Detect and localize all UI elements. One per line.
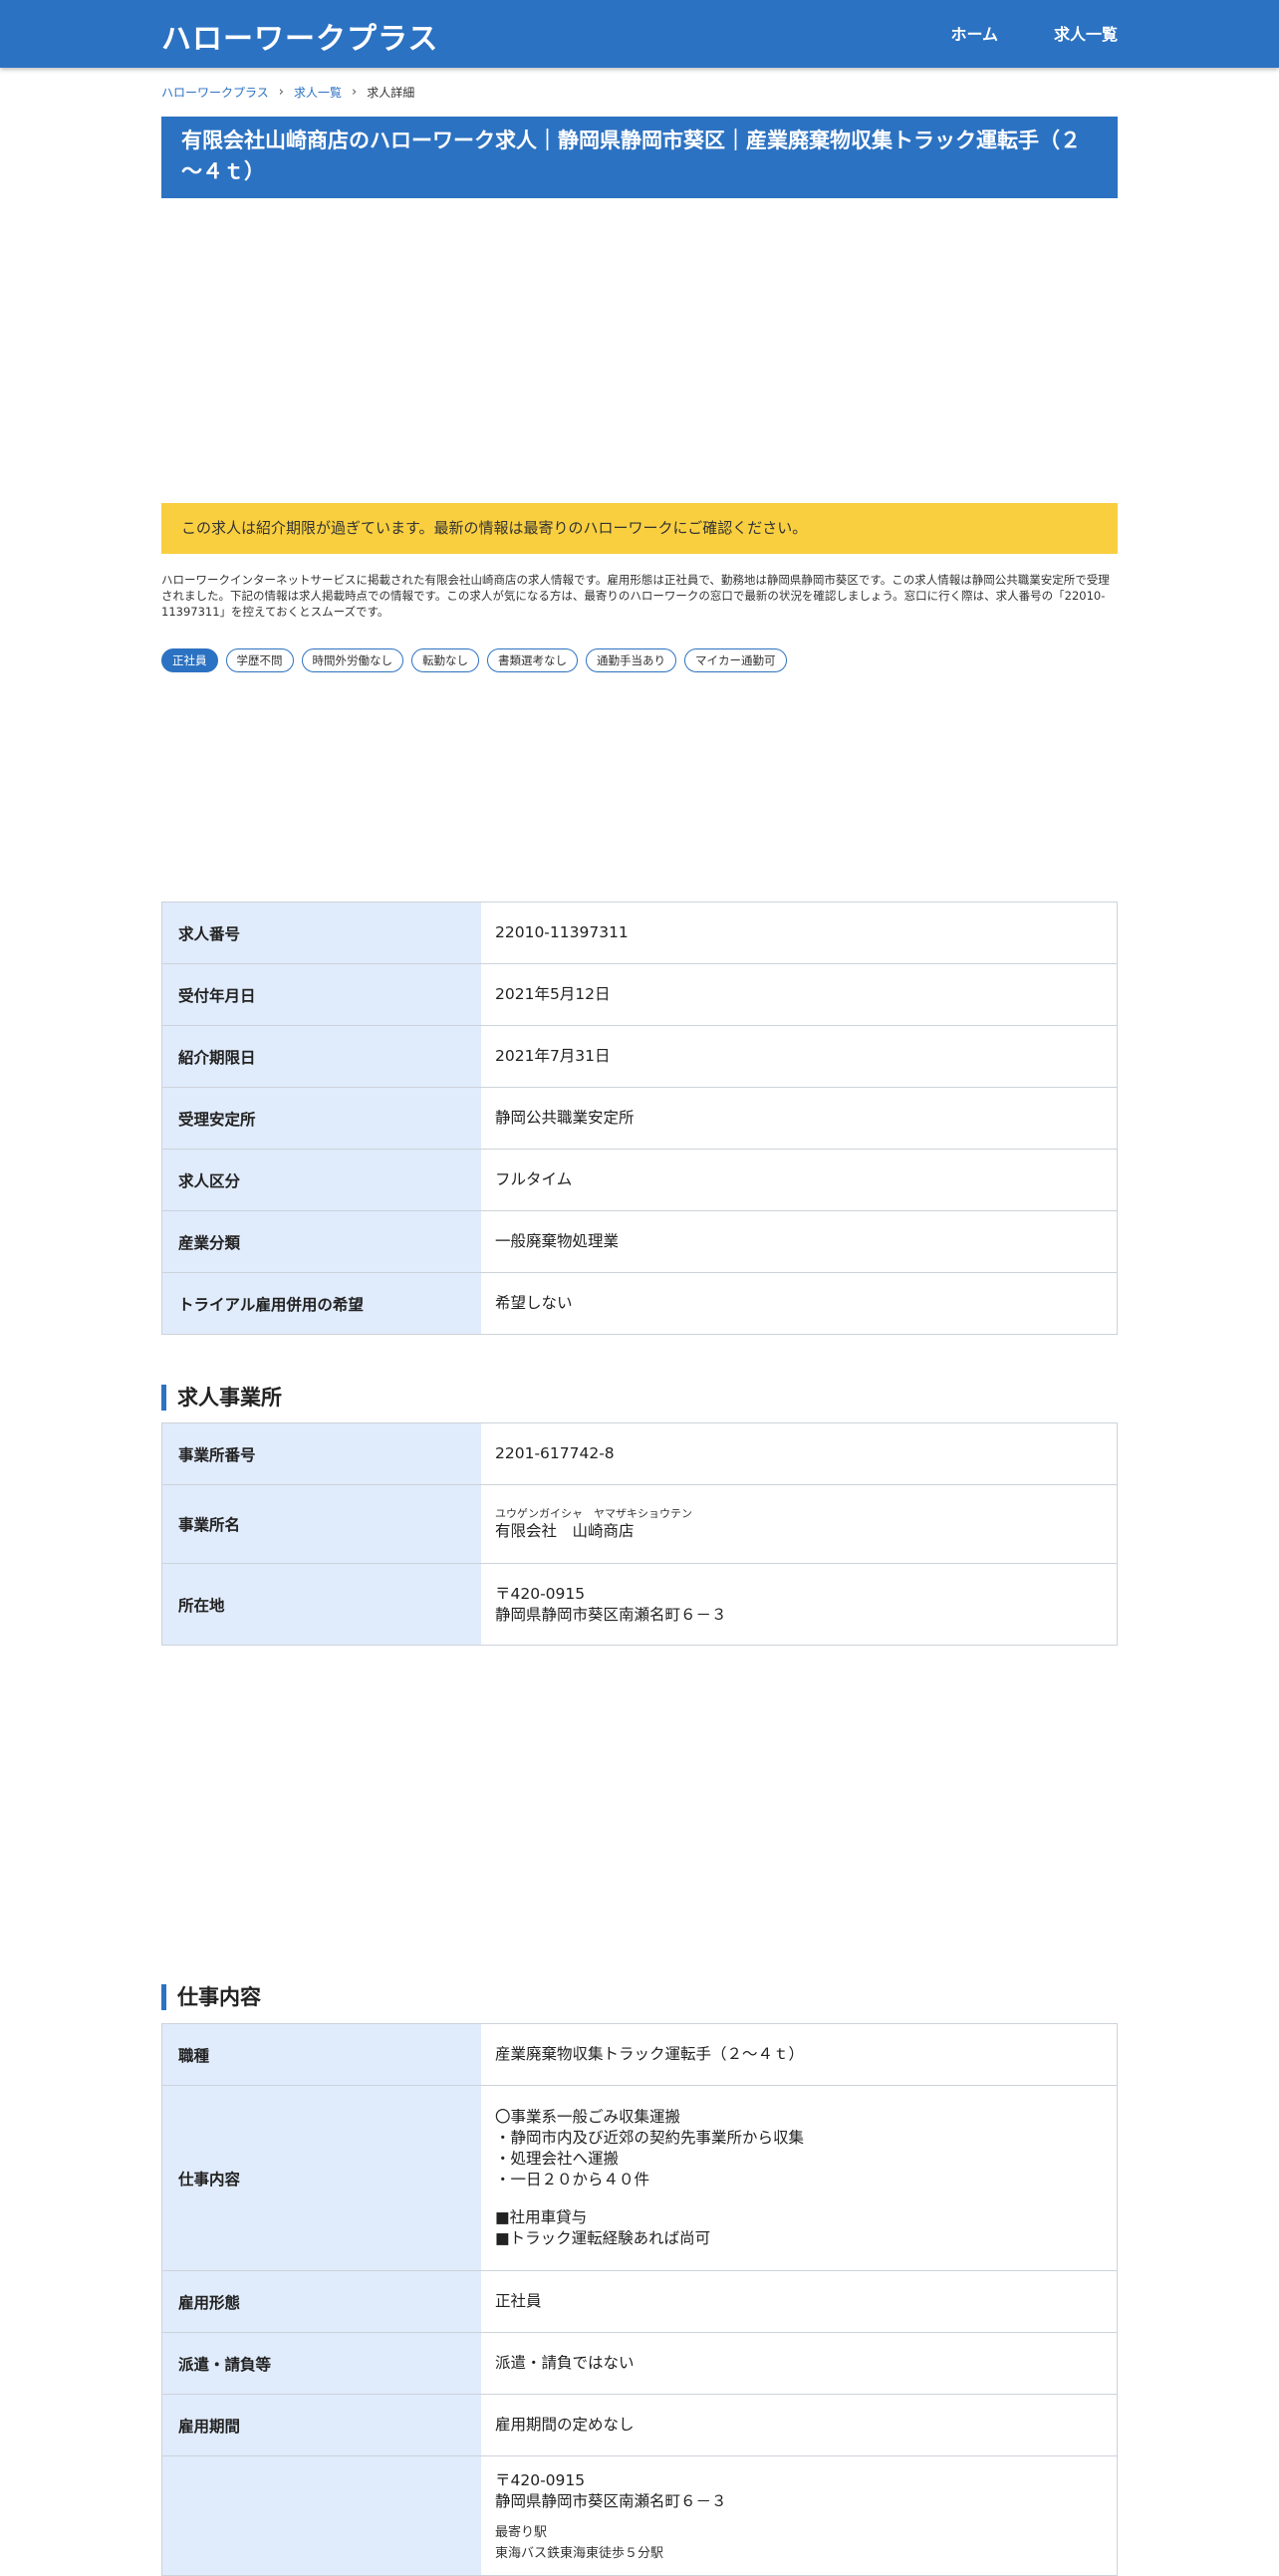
row-label: 事業所番号 xyxy=(161,1422,481,1485)
row-label: 受付年月日 xyxy=(161,963,481,1026)
table-row: 求人区分 フルタイム xyxy=(161,1149,1118,1211)
chevron-right-icon: › xyxy=(278,85,284,100)
breadcrumb-home[interactable]: ハローワークプラス xyxy=(161,84,269,101)
tag-item: 転勤なし xyxy=(411,648,479,672)
industry-value: 一般廃棄物処理業 xyxy=(481,1210,1118,1273)
employment-value: 正社員 xyxy=(481,2270,1118,2333)
row-label: 雇用期間 xyxy=(161,2394,481,2456)
row-label: 紹介期限日 xyxy=(161,1025,481,1088)
content-line: ■トラック運転経験あれば尚可 xyxy=(495,2229,711,2247)
work-table: 職種 産業廃棄物収集トラック運転手（２～４ｔ） 仕事内容 〇事業系一般ごみ収集運… xyxy=(161,2023,1118,2576)
row-label: 職種 xyxy=(161,2023,481,2086)
table-row: 雇用期間 雇用期間の定めなし xyxy=(161,2394,1118,2456)
page-title: 有限会社山崎商店のハローワーク求人｜静岡県静岡市葵区｜産業廃棄物収集トラック運転… xyxy=(181,129,1081,183)
employer-name-value: 有限会社 山崎商店 xyxy=(495,1522,635,1540)
table-row: 産業分類 一般廃棄物処理業 xyxy=(161,1210,1118,1273)
table-row: 雇用形態 正社員 xyxy=(161,2270,1118,2333)
section-title-employer: 求人事業所 xyxy=(161,1385,282,1411)
category-value: フルタイム xyxy=(481,1149,1118,1211)
table-row: 求人番号 22010-11397311 xyxy=(161,902,1118,964)
address-value: 静岡県静岡市葵区南瀬名町６－３ xyxy=(495,2492,727,2510)
breadcrumb-list[interactable]: 求人一覧 xyxy=(294,84,342,101)
expired-notice: この求人は紹介期限が過ぎています。最新の情報は最寄りのハローワークにご確認くださ… xyxy=(161,503,1118,554)
tag-item: 時間外労働なし xyxy=(301,648,403,672)
tag-item: マイカー通勤可 xyxy=(684,648,787,672)
row-label: トライアル雇用併用の希望 xyxy=(161,1272,481,1335)
content-line: ■社用車貸与 xyxy=(495,2208,588,2226)
row-label: 求人番号 xyxy=(161,902,481,964)
postal-code: 〒420-0915 xyxy=(495,2471,586,2489)
nav-home-link[interactable]: ホーム xyxy=(950,21,998,45)
row-label: 派遣・請負等 xyxy=(161,2332,481,2395)
station-label: 最寄り駅 xyxy=(495,2525,548,2540)
table-row: 所在地 〒420-0915 静岡県静岡市葵区南瀬名町６－３ xyxy=(161,1563,1118,1646)
basic-info-table: 求人番号 22010-11397311 受付年月日 2021年5月12日 紹介期… xyxy=(161,902,1118,1335)
content-line: ・処理会社へ運搬 xyxy=(495,2150,620,2168)
received-date-value: 2021年5月12日 xyxy=(481,963,1118,1026)
employer-address-cell: 〒420-0915 静岡県静岡市葵区南瀬名町６－３ xyxy=(481,1563,1118,1646)
row-label: 事業所名 xyxy=(161,1484,481,1564)
row-label: 受理安定所 xyxy=(161,1087,481,1150)
table-row: 派遣・請負等 派遣・請負ではない xyxy=(161,2332,1118,2395)
row-label: 求人区分 xyxy=(161,1149,481,1211)
breadcrumb: ハローワークプラス › 求人一覧 › 求人詳細 xyxy=(161,84,414,101)
table-row: 紹介期限日 2021年7月31日 xyxy=(161,1025,1118,1088)
content-line: 〇事業系一般ごみ収集運搬 xyxy=(495,2108,681,2126)
tag-item: 通勤手当あり xyxy=(586,648,676,672)
breadcrumb-current: 求人詳細 xyxy=(367,86,415,100)
tag-employment-type: 正社員 xyxy=(161,648,218,672)
address-value: 静岡県静岡市葵区南瀬名町６－３ xyxy=(495,1605,727,1624)
header-nav: ホーム 求人一覧 xyxy=(950,21,1118,45)
row-label: 産業分類 xyxy=(161,1210,481,1273)
row-label: 雇用形態 xyxy=(161,2270,481,2333)
period-value: 雇用期間の定めなし xyxy=(481,2394,1118,2456)
page-title-banner: 有限会社山崎商店のハローワーク求人｜静岡県静岡市葵区｜産業廃棄物収集トラック運転… xyxy=(161,117,1118,198)
table-row: 受理安定所 静岡公共職業安定所 xyxy=(161,1087,1118,1150)
chevron-right-icon: › xyxy=(351,85,358,100)
table-row: 事業所番号 2201-617742-8 xyxy=(161,1422,1118,1485)
table-row: 事業所名 ユウゲンガイシャ ヤマザキショウテン 有限会社 山崎商店 xyxy=(161,1484,1118,1564)
table-row: 職種 産業廃棄物収集トラック運転手（２～４ｔ） xyxy=(161,2023,1118,2086)
employer-number-value: 2201-617742-8 xyxy=(481,1422,1118,1485)
trial-value: 希望しない xyxy=(481,1272,1118,1335)
dispatch-value: 派遣・請負ではない xyxy=(481,2332,1118,2395)
employer-name-cell: ユウゲンガイシャ ヤマザキショウテン 有限会社 山崎商店 xyxy=(481,1484,1118,1564)
row-label: 仕事内容 xyxy=(161,2085,481,2271)
deadline-value: 2021年7月31日 xyxy=(481,1025,1118,1088)
table-row: 仕事内容 〇事業系一般ごみ収集運搬 ・静岡市内及び近郊の契約先事業所から収集 ・… xyxy=(161,2085,1118,2271)
content-line: ・静岡市内及び近郊の契約先事業所から収集 xyxy=(495,2129,805,2147)
job-type-value: 産業廃棄物収集トラック運転手（２～４ｔ） xyxy=(481,2023,1118,2086)
row-label: 所在地 xyxy=(161,1563,481,1646)
tag-item: 書類選考なし xyxy=(487,648,578,672)
job-description-summary: ハローワークインターネットサービスに掲載された有限会社山崎商店の求人情報です。雇… xyxy=(161,573,1110,619)
station-value: 東海バス鉄東海東徒歩５分駅 xyxy=(495,2546,664,2561)
table-row: トライアル雇用併用の希望 希望しない xyxy=(161,1272,1118,1335)
office-value: 静岡公共職業安定所 xyxy=(481,1087,1118,1150)
nav-jobs-link[interactable]: 求人一覧 xyxy=(1054,21,1118,45)
employer-name-kana: ユウゲンガイシャ ヤマザキショウテン xyxy=(495,1507,692,1520)
section-title-work: 仕事内容 xyxy=(161,1984,261,2010)
content-line: ・一日２０から４０件 xyxy=(495,2171,650,2189)
site-logo-link[interactable]: ハローワークプラス xyxy=(161,14,438,58)
tag-item: 学歴不問 xyxy=(225,648,294,672)
table-row: 受付年月日 2021年5月12日 xyxy=(161,963,1118,1026)
feature-tags: 正社員 学歴不問 時間外労働なし 転勤なし 書類選考なし 通勤手当あり マイカー… xyxy=(161,648,787,672)
employer-table: 事業所番号 2201-617742-8 事業所名 ユウゲンガイシャ ヤマザキショ… xyxy=(161,1422,1118,1646)
postal-code: 〒420-0915 xyxy=(495,1584,586,1603)
site-header: ハローワークプラス ホーム 求人一覧 xyxy=(0,0,1279,68)
job-number-value: 22010-11397311 xyxy=(481,902,1118,964)
job-content-cell: 〇事業系一般ごみ収集運搬 ・静岡市内及び近郊の契約先事業所から収集 ・処理会社へ… xyxy=(481,2085,1118,2271)
